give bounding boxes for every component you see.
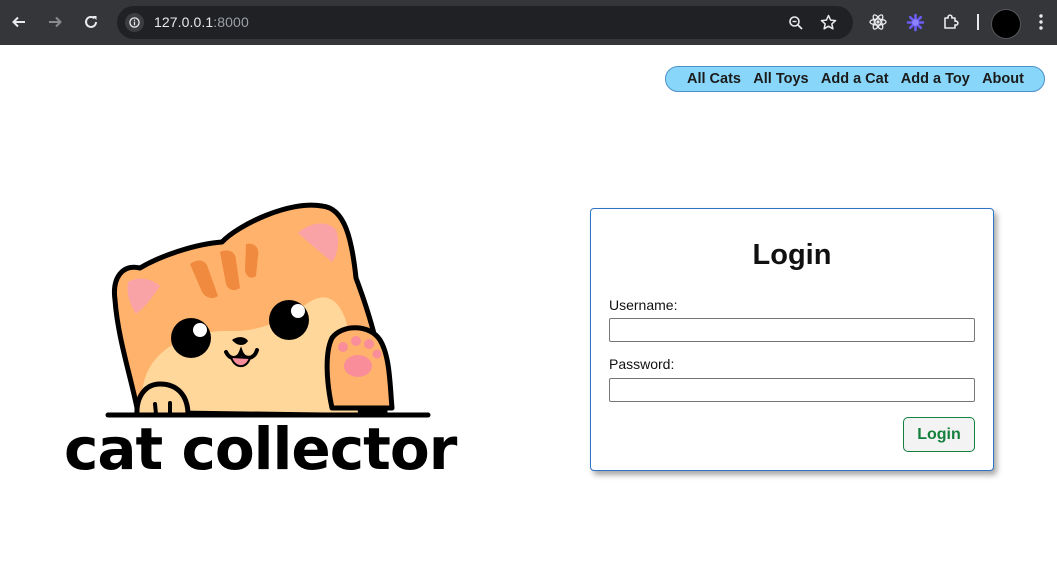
toolbar-separator [977, 14, 979, 30]
password-label: Password: [609, 356, 675, 372]
login-title: Login [752, 239, 832, 271]
cat-eye-right [269, 300, 309, 340]
react-devtools-icon[interactable] [867, 11, 889, 33]
site-info-icon[interactable] [125, 13, 144, 32]
cat-eye-highlight [291, 304, 305, 318]
paw-pad [344, 355, 372, 377]
zoom-icon[interactable] [786, 13, 805, 32]
back-icon[interactable] [6, 9, 32, 35]
logo-text: cat collector [64, 415, 457, 483]
address-bar[interactable]: 127.0.0.1:8000 [117, 6, 853, 39]
nav-add-toy[interactable]: Add a Toy [901, 71, 970, 87]
login-card: Login Username: Password: Login [590, 208, 994, 471]
url-host: 127.0.0.1 [154, 14, 214, 30]
cat-eye-left [171, 318, 211, 358]
browser-toolbar: 127.0.0.1:8000 [0, 0, 1057, 45]
url-text: 127.0.0.1:8000 [154, 14, 249, 30]
reload-icon[interactable] [78, 9, 104, 35]
paw-toe [351, 336, 361, 346]
nav-all-toys[interactable]: All Toys [753, 71, 808, 87]
puzzle-icon[interactable] [940, 11, 962, 33]
menu-icon[interactable] [1030, 11, 1052, 33]
cat-front-paw [134, 381, 191, 418]
extension-icon[interactable] [904, 11, 926, 33]
nav-add-cat[interactable]: Add a Cat [821, 71, 889, 87]
cat-eye-highlight [193, 323, 207, 337]
nav-all-cats[interactable]: All Cats [687, 71, 741, 87]
username-input[interactable] [609, 318, 975, 342]
username-label: Username: [609, 297, 678, 313]
nav-about[interactable]: About [982, 71, 1024, 87]
url-port: :8000 [213, 14, 249, 30]
site-nav: All Cats All Toys Add a Cat Add a Toy Ab… [665, 66, 1045, 92]
password-input[interactable] [609, 378, 975, 402]
login-button[interactable]: Login [903, 417, 975, 452]
paw-toe [338, 342, 348, 352]
paw-toe [364, 339, 374, 349]
forward-icon[interactable] [42, 9, 68, 35]
profile-avatar[interactable] [991, 9, 1021, 39]
bookmark-star-icon[interactable] [819, 13, 838, 32]
paw-toe [372, 349, 382, 359]
